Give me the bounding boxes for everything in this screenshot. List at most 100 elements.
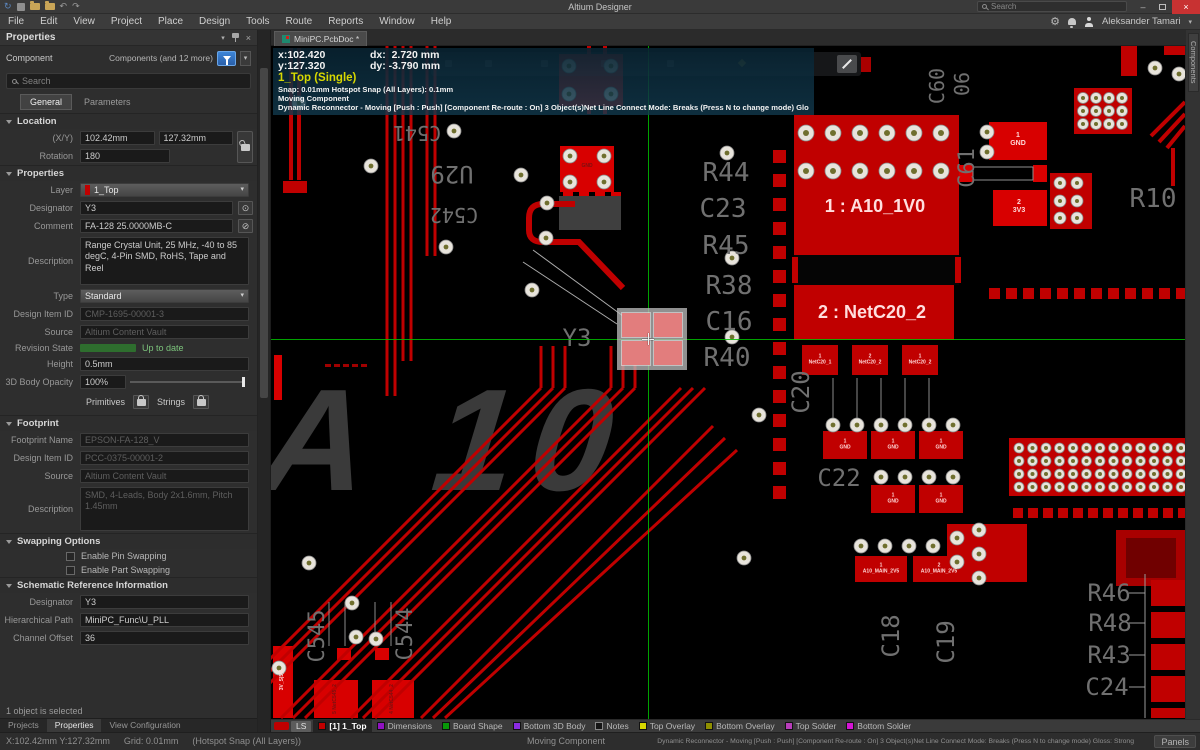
panel-scrollbar[interactable] [258,30,271,732]
layer-tab-board-shape[interactable]: Board Shape [437,720,508,733]
global-search-input[interactable]: Search [977,1,1127,12]
source-label: Source [0,327,80,337]
layer-color-swatch [639,722,647,730]
pcb-canvas[interactable]: A 10 C541U29C542Y3R44C23R45R38C16R40C61C… [271,46,1185,719]
section-location[interactable]: Location [0,113,257,129]
layer-tab--1-1-top[interactable]: [1] 1_Top [313,720,371,733]
open-folder-icon[interactable] [30,3,40,10]
layer-tab-bottom-3d-body[interactable]: Bottom 3D Body [508,720,591,733]
section-footprint[interactable]: Footprint [0,415,257,431]
rotation-field[interactable]: 180 [80,149,170,163]
height-field[interactable]: 0.5mm [80,357,249,371]
maximize-button[interactable] [1159,4,1166,10]
menu-edit[interactable]: Edit [32,14,65,30]
layer-tab-dimensions[interactable]: Dimensions [372,720,437,733]
user-avatar[interactable] [1084,17,1094,27]
layer-color-swatch [785,722,793,730]
refresh-icon[interactable]: ↻ [4,1,12,12]
panels-button[interactable]: Panels [1154,735,1196,748]
menu-view[interactable]: View [65,14,103,30]
current-layer-color-chip [274,722,289,730]
layer-select[interactable]: 1_Top▾ [80,183,249,197]
bottom-tab-view-configuration[interactable]: View Configuration [101,719,188,732]
description-field[interactable]: Range Crystal Unit, 25 MHz, -40 to 85 de… [80,237,249,285]
comment-field[interactable]: FA-128 25.0000MB-C [80,219,233,233]
opacity-field[interactable]: 100% [80,375,126,389]
layer-tab-top-overlay[interactable]: Top Overlay [634,720,700,733]
section-schematic-reference[interactable]: Schematic Reference Information [0,577,257,593]
user-name[interactable]: Aleksander Tamari [1102,16,1181,27]
save-icon[interactable] [17,3,25,11]
undo-icon[interactable]: ↶ [60,1,68,12]
menu-project[interactable]: Project [103,14,150,30]
pin-icon[interactable] [232,33,239,42]
channel-offset-field[interactable]: 36 [80,631,249,645]
silk-label: C22 [817,466,860,490]
layer-tab-top-solder[interactable]: Top Solder [780,720,842,733]
properties-panel-title: Properties [6,32,55,43]
slider-thumb[interactable] [242,377,245,387]
pencil-icon[interactable] [837,55,857,73]
silk-label: R10 [1130,186,1177,212]
primitives-lock-button[interactable] [133,395,149,409]
hierarchical-path-field[interactable]: MiniPC_Func\U_PLL [80,613,249,627]
designator-visibility-button[interactable]: ⊙ [238,201,253,215]
panel-search-input[interactable]: Search [6,73,251,89]
schematic-designator-field[interactable]: Y3 [80,595,249,609]
components-panel-tab[interactable]: Components [1188,33,1199,92]
x-field[interactable]: 102.42mm [80,131,155,145]
opacity-label: 3D Body Opacity [0,377,80,387]
silk-label: Y3 [563,326,592,350]
minimize-button[interactable]: – [1133,0,1153,14]
strings-lock-button[interactable] [193,395,209,409]
scrollbar-thumb[interactable] [260,68,268,398]
menu-window[interactable]: Window [371,14,423,30]
silk-label: R43 [1087,643,1130,667]
close-button[interactable]: × [1172,0,1200,14]
tab-general[interactable]: General [20,94,72,110]
layer-tab-bottom-solder[interactable]: Bottom Solder [841,720,916,733]
designator-field[interactable]: Y3 [80,201,233,215]
layer-tab-bottom-overlay[interactable]: Bottom Overlay [700,720,780,733]
comment-visibility-button[interactable]: ⊘ [238,219,253,233]
document-tab-title: MiniPC.PcbDoc * [294,34,359,44]
menu-help[interactable]: Help [423,14,460,30]
chevron-down-icon: ▾ [240,290,244,302]
document-tab[interactable]: MiniPC.PcbDoc * [274,31,367,46]
section-swapping-title: Swapping Options [17,536,100,547]
bottom-tab-properties[interactable]: Properties [47,719,102,732]
user-menu-caret[interactable]: ▾ [1188,18,1192,26]
filter-dropdown-button[interactable]: ▾ [240,51,251,66]
menu-file[interactable]: File [0,14,32,30]
primitives-label: Primitives [86,397,125,407]
redo-icon[interactable]: ↷ [72,1,80,12]
bottom-tab-projects[interactable]: Projects [0,719,47,732]
menu-place[interactable]: Place [150,14,191,30]
filter-button[interactable] [217,51,236,66]
tab-parameters[interactable]: Parameters [74,94,141,110]
gear-icon[interactable]: ⚙ [1050,14,1060,30]
part-swapping-checkbox[interactable] [66,566,75,575]
footprint-name-field: EPSON-FA-128_V [80,433,249,447]
type-select[interactable]: Standard ▾ [80,289,249,303]
type-label: Type [0,291,80,301]
crosshair-vertical [648,46,649,719]
notifications-icon[interactable] [1068,18,1076,25]
layer-tab-notes[interactable]: Notes [590,720,633,733]
silk-label: C18 [879,614,903,657]
menu-design[interactable]: Design [191,14,238,30]
panel-close-icon[interactable]: × [246,33,251,43]
pin-swapping-checkbox[interactable] [66,552,75,561]
y-field[interactable]: 127.32mm [159,131,234,145]
opacity-slider[interactable] [130,381,245,383]
quick-access-toolbar: ↻ ↶ ↷ [0,1,80,12]
menu-reports[interactable]: Reports [320,14,371,30]
section-properties[interactable]: Properties [0,165,257,181]
menu-route[interactable]: Route [278,14,321,30]
menu-tools[interactable]: Tools [238,14,277,30]
layer-set-button[interactable]: LS [291,721,311,732]
open-project-icon[interactable] [45,3,55,10]
silk-label: R46 [1087,581,1130,605]
section-swapping[interactable]: Swapping Options [0,533,257,549]
panel-dropdown-icon[interactable]: ▾ [221,34,225,42]
